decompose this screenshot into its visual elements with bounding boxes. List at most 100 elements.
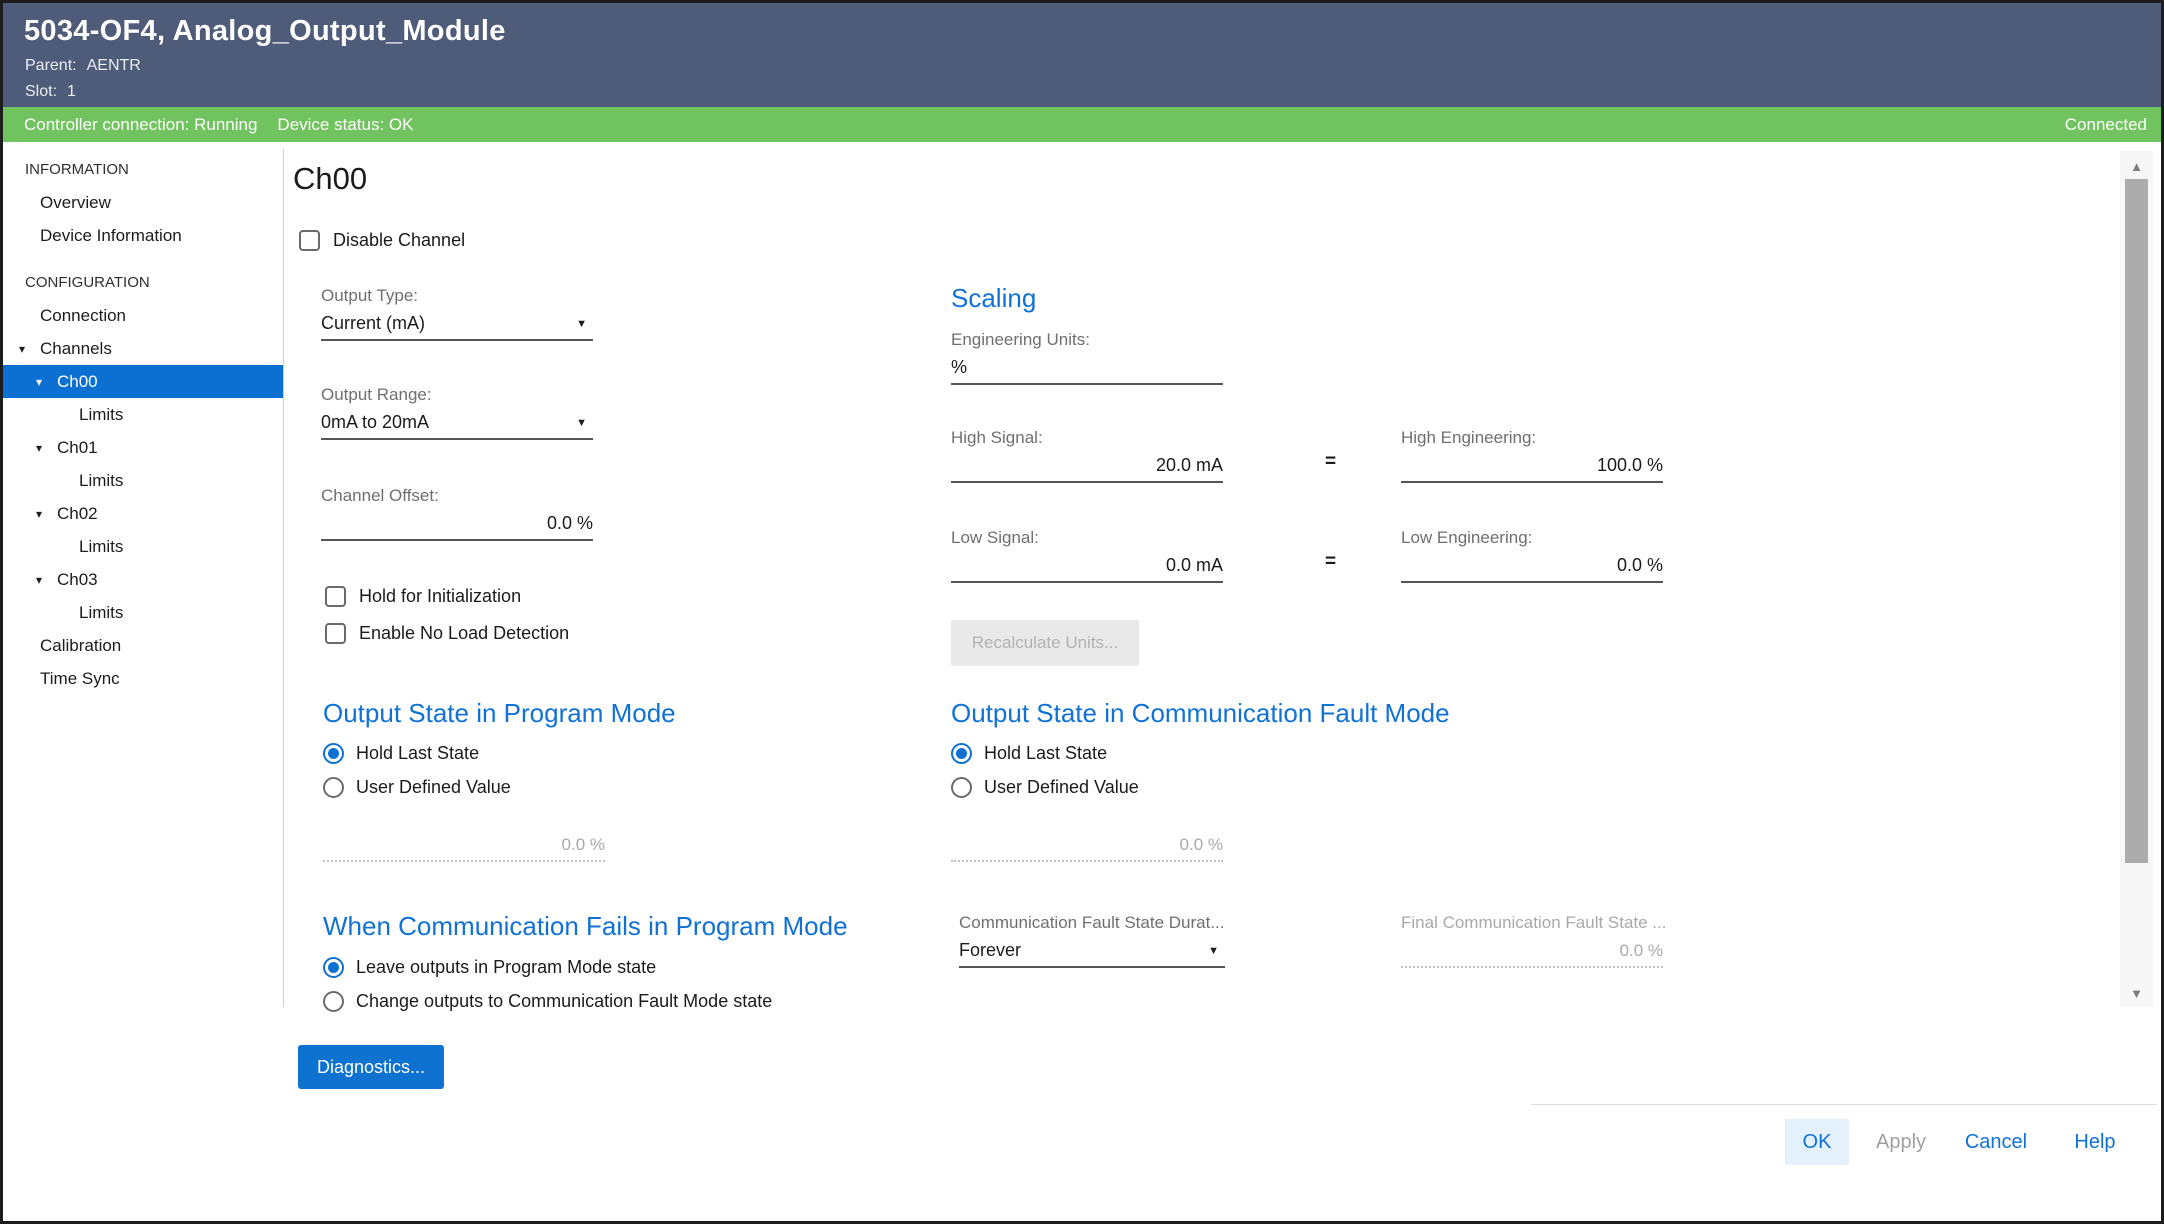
sidebar-item-overview[interactable]: Overview bbox=[3, 186, 283, 219]
enable-no-load-detection-checkbox[interactable]: Enable No Load Detection bbox=[325, 623, 569, 644]
comm-fault-duration-field: Communication Fault State Durat... Forev… bbox=[959, 913, 1225, 968]
low-signal-value: 0.0 mA bbox=[1166, 555, 1223, 576]
radio-label: Hold Last State bbox=[356, 743, 479, 764]
radio-icon bbox=[323, 743, 344, 764]
sidebar-nav: INFORMATION OverviewDevice Information CON… bbox=[3, 151, 283, 1211]
parent-label: Parent: bbox=[25, 57, 77, 74]
apply-button[interactable]: Apply bbox=[1861, 1119, 1941, 1165]
status-bar: Controller connection: Running Device st… bbox=[3, 107, 2161, 142]
sidebar-item-label: Limits bbox=[79, 471, 123, 490]
high-signal-input[interactable]: 20.0 mA bbox=[951, 452, 1223, 483]
program-user-defined-value-radio[interactable]: User Defined Value bbox=[323, 777, 511, 798]
program-user-defined-value: 0.0 % bbox=[562, 835, 605, 855]
sidebar-item-ch01[interactable]: ▾Ch01 bbox=[3, 431, 283, 464]
expand-arrow-icon[interactable]: ▾ bbox=[19, 333, 40, 366]
sidebar-section-information: INFORMATION bbox=[3, 153, 283, 186]
parent-row: Parent:AENTR bbox=[25, 57, 141, 75]
channel-offset-field: Channel Offset: 0.0 % bbox=[321, 486, 593, 541]
slot-label: Slot: bbox=[25, 83, 57, 100]
low-engineering-value: 0.0 % bbox=[1617, 555, 1663, 576]
slot-value: 1 bbox=[67, 83, 76, 100]
sidebar-item-label: Ch02 bbox=[57, 504, 98, 523]
high-engineering-label: High Engineering: bbox=[1401, 428, 1663, 452]
sidebar-item-channels[interactable]: ▾Channels bbox=[3, 332, 283, 365]
program-hold-last-state-radio[interactable]: Hold Last State bbox=[323, 743, 479, 764]
connection-state-badge: Connected bbox=[2065, 115, 2147, 135]
sidebar-item-label: Limits bbox=[79, 537, 123, 556]
comm-fault-duration-value: Forever bbox=[959, 940, 1021, 961]
sidebar-item-calibration[interactable]: Calibration bbox=[3, 629, 283, 662]
fault-user-defined-value-radio[interactable]: User Defined Value bbox=[951, 777, 1139, 798]
sidebar-item-device-information[interactable]: Device Information bbox=[3, 219, 283, 252]
ok-button[interactable]: OK bbox=[1785, 1119, 1849, 1165]
engineering-units-label: Engineering Units: bbox=[951, 330, 1223, 354]
sidebar-item-limits[interactable]: Limits bbox=[3, 398, 283, 431]
high-engineering-field: High Engineering: 100.0 % bbox=[1401, 428, 1663, 483]
output-range-dropdown[interactable]: 0mA to 20mA ▼ bbox=[321, 409, 593, 440]
sidebar-item-label: CONFIGURATION bbox=[25, 274, 150, 291]
diagnostics-button[interactable]: Diagnostics... bbox=[298, 1045, 444, 1089]
slot-row: Slot: 1 bbox=[25, 83, 76, 101]
fault-hold-last-state-radio[interactable]: Hold Last State bbox=[951, 743, 1107, 764]
change-outputs-radio[interactable]: Change outputs to Communication Fault Mo… bbox=[323, 991, 772, 1012]
comm-fault-duration-dropdown[interactable]: Forever ▼ bbox=[959, 937, 1225, 968]
channel-offset-label: Channel Offset: bbox=[321, 486, 593, 510]
scrollbar-up-icon[interactable]: ▲ bbox=[2120, 159, 2153, 174]
recalculate-units-button[interactable]: Recalculate Units... bbox=[951, 620, 1139, 666]
comm-fault-duration-label: Communication Fault State Durat... bbox=[959, 913, 1225, 937]
output-type-dropdown[interactable]: Current (mA) ▼ bbox=[321, 310, 593, 341]
sidebar-item-label: Connection bbox=[40, 306, 126, 325]
radio-label: Hold Last State bbox=[984, 743, 1107, 764]
radio-icon bbox=[323, 957, 344, 978]
expand-arrow-icon[interactable]: ▾ bbox=[36, 432, 57, 465]
checkbox-icon bbox=[325, 586, 346, 607]
window-header: 5034-OF4, Analog_Output_Module Parent:AE… bbox=[3, 3, 2161, 107]
fault-user-defined-value-input: 0.0 % bbox=[951, 831, 1223, 862]
radio-label: Leave outputs in Program Mode state bbox=[356, 957, 656, 978]
radio-label: Change outputs to Communication Fault Mo… bbox=[356, 991, 772, 1012]
sidebar-item-ch03[interactable]: ▾Ch03 bbox=[3, 563, 283, 596]
output-state-program-title: Output State in Program Mode bbox=[323, 698, 676, 729]
expand-arrow-icon[interactable]: ▾ bbox=[36, 564, 57, 597]
expand-arrow-icon[interactable]: ▾ bbox=[36, 498, 57, 531]
help-button[interactable]: Help bbox=[2057, 1119, 2133, 1165]
high-engineering-input[interactable]: 100.0 % bbox=[1401, 452, 1663, 483]
scrollbar-down-icon[interactable]: ▼ bbox=[2120, 986, 2153, 1001]
vertical-scrollbar[interactable]: ▲ ▼ bbox=[2120, 151, 2153, 1007]
high-signal-label: High Signal: bbox=[951, 428, 1223, 452]
sidebar-item-label: INFORMATION bbox=[25, 161, 129, 178]
sidebar-item-ch00[interactable]: ▾Ch00 bbox=[3, 365, 283, 398]
sidebar-item-time-sync[interactable]: Time Sync bbox=[3, 662, 283, 695]
sidebar-item-label: Limits bbox=[79, 603, 123, 622]
sidebar-item-label: Ch00 bbox=[57, 372, 98, 391]
cancel-button[interactable]: Cancel bbox=[1953, 1119, 2039, 1165]
final-comm-fault-state-input: 0.0 % bbox=[1401, 937, 1663, 968]
dropdown-arrow-icon: ▼ bbox=[576, 413, 587, 433]
leave-outputs-radio[interactable]: Leave outputs in Program Mode state bbox=[323, 957, 656, 978]
low-signal-field: Low Signal: 0.0 mA bbox=[951, 528, 1223, 583]
output-type-label: Output Type: bbox=[321, 286, 593, 310]
engineering-units-input[interactable]: % bbox=[951, 354, 1223, 385]
final-comm-fault-state-value: 0.0 % bbox=[1620, 941, 1663, 961]
low-engineering-input[interactable]: 0.0 % bbox=[1401, 552, 1663, 583]
expand-arrow-icon[interactable]: ▾ bbox=[36, 366, 57, 399]
disable-channel-checkbox[interactable]: Disable Channel bbox=[299, 230, 465, 251]
sidebar-item-limits[interactable]: Limits bbox=[3, 464, 283, 497]
high-signal-value: 20.0 mA bbox=[1156, 455, 1223, 476]
engineering-units-field: Engineering Units: % bbox=[951, 330, 1223, 385]
sidebar-item-ch02[interactable]: ▾Ch02 bbox=[3, 497, 283, 530]
low-signal-input[interactable]: 0.0 mA bbox=[951, 552, 1223, 583]
scaling-section-title: Scaling bbox=[951, 283, 1036, 314]
hold-for-initialization-checkbox[interactable]: Hold for Initialization bbox=[325, 586, 521, 607]
output-range-field: Output Range: 0mA to 20mA ▼ bbox=[321, 385, 593, 440]
sidebar-item-connection[interactable]: Connection bbox=[3, 299, 283, 332]
dropdown-arrow-icon: ▼ bbox=[576, 314, 587, 334]
radio-label: User Defined Value bbox=[356, 777, 511, 798]
scrollbar-thumb[interactable] bbox=[2125, 179, 2148, 863]
channel-offset-input[interactable]: 0.0 % bbox=[321, 510, 593, 541]
sidebar-item-limits[interactable]: Limits bbox=[3, 596, 283, 629]
output-type-field: Output Type: Current (mA) ▼ bbox=[321, 286, 593, 341]
sidebar-item-limits[interactable]: Limits bbox=[3, 530, 283, 563]
window-title: 5034-OF4, Analog_Output_Module bbox=[24, 15, 506, 48]
checkbox-icon bbox=[325, 623, 346, 644]
